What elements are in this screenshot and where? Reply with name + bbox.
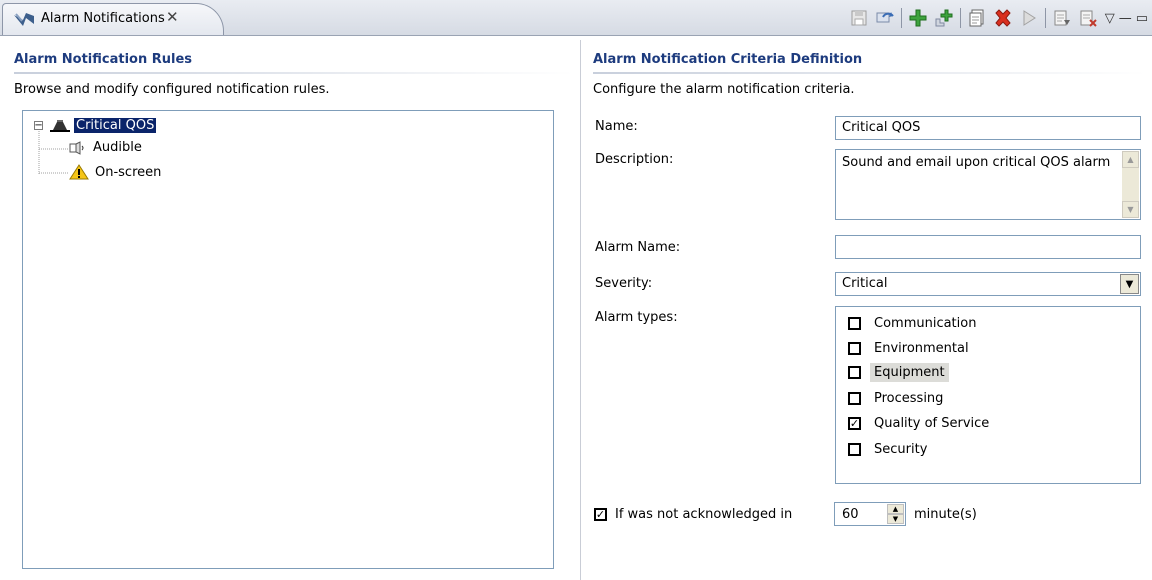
description-value: Sound and email upon critical QOS alarm: [842, 155, 1111, 170]
description-field[interactable]: Sound and email upon critical QOS alarm …: [835, 149, 1141, 220]
severity-label: Severity:: [595, 276, 653, 291]
alarm-types-list[interactable]: Communication Environmental Equipment Pr…: [835, 306, 1141, 484]
alarm-type-label: Communication: [874, 316, 977, 331]
ack-minutes-value: 60: [842, 507, 859, 522]
name-label: Name:: [595, 119, 638, 134]
tree-node-label: On-screen: [95, 164, 162, 180]
export-icon[interactable]: [1051, 7, 1073, 29]
spin-up-icon[interactable]: ▲: [887, 504, 904, 514]
checkbox[interactable]: [848, 366, 861, 379]
collapse-icon[interactable]: −: [34, 120, 43, 130]
chevron-down-icon[interactable]: ▼: [1120, 274, 1139, 294]
alarm-name-label: Alarm Name:: [595, 240, 681, 255]
tree-node-audible[interactable]: Audible: [69, 140, 142, 155]
add-icon[interactable]: [907, 7, 929, 29]
view-menu-icon[interactable]: ▽: [1105, 11, 1115, 26]
close-icon[interactable]: ✕: [166, 8, 179, 26]
alarm-type-label: Environmental: [874, 341, 969, 356]
ack-unit-label: minute(s): [914, 507, 977, 522]
tab-alarm-notifications[interactable]: Alarm Notifications ✕: [2, 3, 224, 35]
description-scrollbar[interactable]: ▲ ▼: [1122, 151, 1139, 218]
checkbox[interactable]: [848, 443, 861, 456]
pane-divider[interactable]: [580, 40, 581, 580]
import-icon[interactable]: [1077, 7, 1099, 29]
severity-select[interactable]: Critical ▼: [835, 272, 1141, 296]
left-pane-title: Alarm Notification Rules: [14, 52, 193, 67]
alarm-name-field[interactable]: [835, 235, 1141, 259]
bell-icon: [50, 119, 70, 132]
tree-node-on-screen[interactable]: On-screen: [69, 164, 161, 180]
alarm-type-label: Quality of Service: [874, 416, 990, 431]
speaker-icon: [69, 140, 84, 155]
add-child-icon[interactable]: [933, 7, 955, 29]
run-icon[interactable]: [1018, 7, 1040, 29]
toolbar-separator: [959, 8, 961, 28]
toolbar-separator: [1044, 8, 1046, 28]
alarm-type-label: Processing: [874, 391, 944, 406]
toolbar-separator: [900, 8, 902, 28]
scroll-up-icon[interactable]: ▲: [1122, 151, 1139, 168]
tree-node-label: Audible: [93, 140, 142, 155]
tree-node-critical-qos[interactable]: − Critical QOS: [34, 118, 157, 133]
view-toolbar: ▽ — ▭: [846, 5, 1148, 31]
scroll-down-icon[interactable]: ▼: [1122, 201, 1139, 218]
alarm-type-environmental[interactable]: Environmental: [848, 339, 973, 358]
copy-icon[interactable]: [966, 7, 988, 29]
warning-icon: [69, 164, 89, 180]
tree-node-label: Critical QOS: [74, 118, 157, 133]
refresh-icon[interactable]: [874, 7, 896, 29]
maximize-icon[interactable]: ▭: [1136, 11, 1148, 26]
editor-tab-bar: Alarm Notifications ✕ ▽ — ▭: [0, 0, 1152, 36]
save-icon[interactable]: [848, 7, 870, 29]
right-pane-description: Configure the alarm notification criteri…: [593, 82, 855, 97]
ack-checkbox[interactable]: ✓: [594, 508, 607, 521]
alarm-type-security[interactable]: Security: [848, 440, 931, 459]
description-label: Description:: [595, 152, 674, 167]
left-pane-description: Browse and modify configured notificatio…: [14, 82, 330, 97]
spinner-buttons[interactable]: ▲ ▼: [887, 504, 904, 524]
right-title-underline: [593, 72, 1146, 74]
alarm-type-label: Equipment: [870, 363, 949, 382]
tab-title: Alarm Notifications: [41, 11, 165, 26]
right-pane-title: Alarm Notification Criteria Definition: [593, 52, 863, 67]
alarm-type-equipment[interactable]: Equipment: [848, 363, 949, 382]
alarm-notifications-icon: [14, 13, 34, 26]
ack-row[interactable]: ✓ If was not acknowledged in: [594, 507, 792, 522]
checkbox-checked[interactable]: ✓: [848, 417, 861, 430]
delete-icon[interactable]: [992, 7, 1014, 29]
alarm-type-label: Security: [874, 442, 928, 457]
severity-value: Critical: [842, 276, 888, 291]
name-value: Critical QOS: [842, 120, 921, 135]
alarm-type-communication[interactable]: Communication: [848, 314, 980, 333]
alarm-type-processing[interactable]: Processing: [848, 389, 947, 408]
left-title-underline: [14, 72, 574, 74]
alarm-type-quality-of-service[interactable]: ✓ Quality of Service: [848, 414, 993, 433]
notification-rules-tree[interactable]: − Critical QOS Audible On-screen: [22, 110, 554, 569]
checkbox[interactable]: [848, 317, 861, 330]
alarm-types-label: Alarm types:: [595, 310, 678, 325]
checkbox[interactable]: [848, 342, 861, 355]
spin-down-icon[interactable]: ▼: [887, 514, 904, 524]
name-field[interactable]: Critical QOS: [835, 116, 1141, 140]
minimize-icon[interactable]: —: [1119, 11, 1132, 26]
checkbox[interactable]: [848, 392, 861, 405]
ack-minutes-spinner[interactable]: 60 ▲ ▼: [834, 502, 906, 526]
ack-label: If was not acknowledged in: [615, 507, 793, 522]
